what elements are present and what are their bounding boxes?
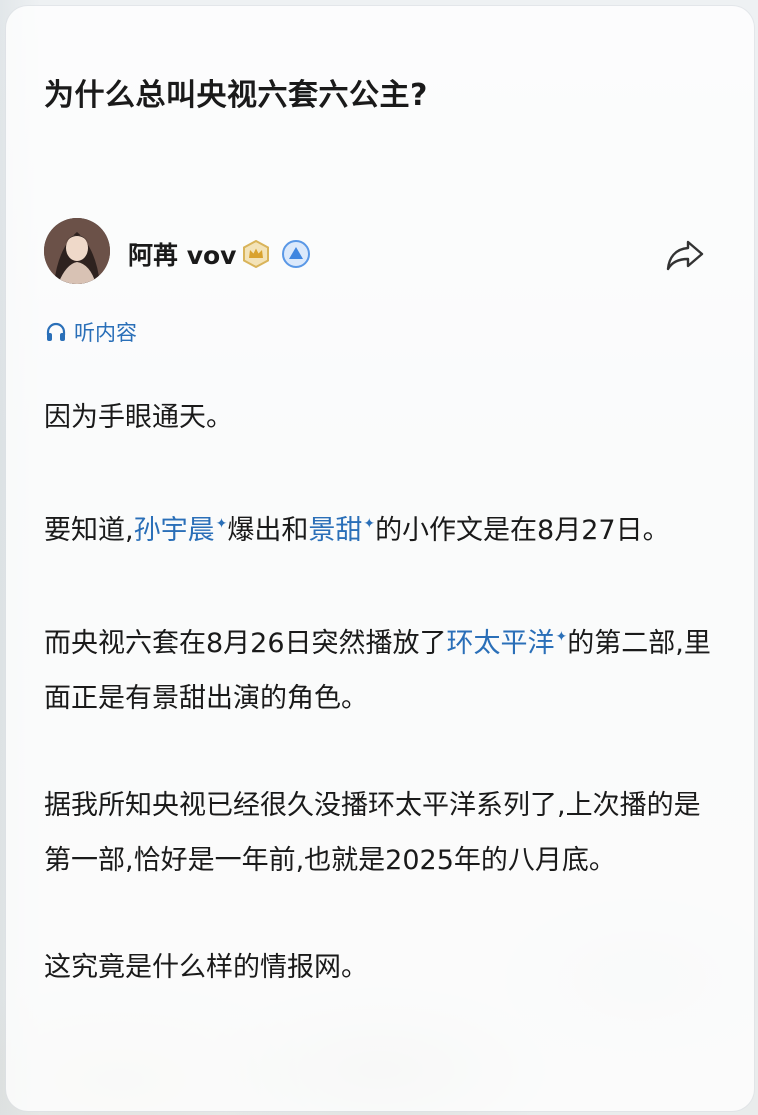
share-arrow-icon[interactable] bbox=[664, 238, 706, 272]
sparkle-icon: ✦ bbox=[215, 516, 228, 532]
level-up-badge-icon bbox=[282, 240, 310, 268]
paragraph-text: 而央视六套在8月26日突然播放了 bbox=[44, 628, 447, 659]
sparkle-icon: ✦ bbox=[555, 629, 568, 645]
answer-paragraph: 要知道,孙宇晨✦爆出和景甜✦的小作文是在8月27日。 bbox=[44, 497, 714, 558]
listen-content-button[interactable]: 听内容 bbox=[44, 318, 137, 346]
paragraph-text: 爆出和 bbox=[227, 515, 309, 546]
listen-content-label: 听内容 bbox=[74, 321, 137, 345]
keyword-link-jing-tian[interactable]: 景甜 bbox=[308, 515, 362, 546]
author-row: 阿苒 vov bbox=[44, 218, 744, 288]
sparkle-icon: ✦ bbox=[363, 516, 376, 532]
author-name[interactable]: 阿苒 vov bbox=[128, 236, 236, 272]
answer-card: 为什么总叫央视六套六公主? 阿苒 vov 听内容 因为手眼通天。 要知道,孙宇晨… bbox=[6, 6, 754, 1111]
answer-paragraph: 这究竟是什么样的情报网。 bbox=[44, 952, 368, 983]
avatar-image bbox=[44, 218, 110, 284]
answer-paragraph: 而央视六套在8月26日突然播放了环太平洋✦的第二部,里面正是有景甜出演的角色。 bbox=[44, 610, 714, 726]
question-title[interactable]: 为什么总叫央视六套六公主? bbox=[44, 70, 428, 114]
answer-paragraph: 据我所知央视已经很久没播环太平洋系列了,上次播的是第一部,恰好是一年前,也就是2… bbox=[44, 790, 701, 876]
answer-content: 因为手眼通天。 要知道,孙宇晨✦爆出和景甜✦的小作文是在8月27日。 而央视六套… bbox=[44, 390, 714, 1047]
keyword-link-sun-yuchen[interactable]: 孙宇晨 bbox=[134, 515, 215, 546]
headphones-icon bbox=[46, 322, 66, 341]
crown-badge-icon bbox=[243, 240, 269, 268]
avatar[interactable] bbox=[44, 218, 110, 284]
keyword-link-pacific-rim[interactable]: 环太平洋 bbox=[447, 628, 555, 659]
paragraph-text: 要知道, bbox=[44, 515, 134, 546]
answer-paragraph: 因为手眼通天。 bbox=[44, 402, 233, 433]
paragraph-text: 的小作文是在8月27日。 bbox=[375, 515, 670, 546]
